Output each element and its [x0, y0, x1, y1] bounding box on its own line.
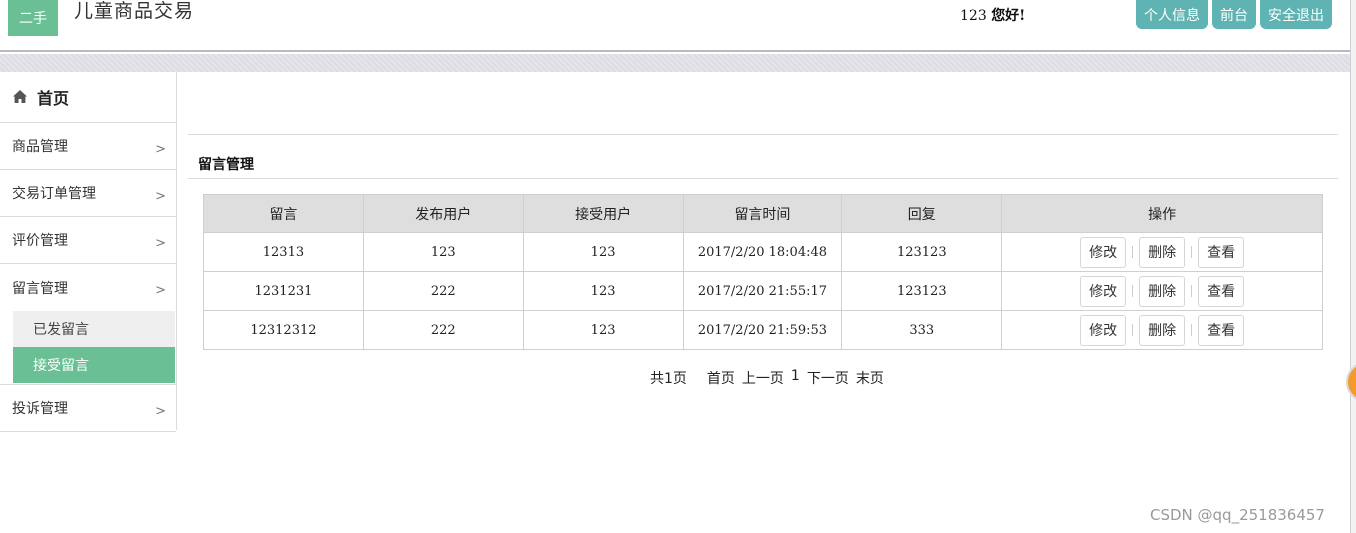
sidebar-home[interactable]: 首页: [0, 72, 176, 123]
cell-receiver: 123: [522, 310, 684, 350]
cell-sender: 222: [362, 271, 524, 311]
logo-badge: 二手: [8, 0, 58, 36]
view-button[interactable]: 查看: [1198, 236, 1245, 268]
sidebar-item-label: 投诉管理: [12, 401, 68, 417]
row-actions: 修改 删除 查看: [1002, 275, 1322, 307]
separator: [1191, 324, 1193, 336]
frontend-button[interactable]: 前台: [1212, 0, 1256, 29]
sidebar-item-complaints[interactable]: 投诉管理 >: [0, 385, 176, 432]
table-row: 1231231 222 123 2017/2/20 21:55:17 12312…: [203, 271, 1323, 311]
separator: [1132, 246, 1134, 258]
column-header: 接受用户: [522, 194, 684, 233]
cell-receiver: 123: [522, 271, 684, 311]
sidebar-item-orders[interactable]: 交易订单管理 >: [0, 170, 176, 217]
messages-group: 留言管理 > 已发留言 接受留言: [0, 264, 176, 385]
column-header: 留言: [203, 194, 364, 233]
greeting-user: 123: [960, 8, 987, 24]
sidebar-item-label: 留言管理: [12, 280, 68, 297]
table-row: 12313 123 123 2017/2/20 18:04:48 123123 …: [203, 232, 1323, 272]
row-actions: 修改 删除 查看: [1002, 236, 1322, 268]
table-row: 12312312 222 123 2017/2/20 21:59:53 333 …: [203, 310, 1323, 350]
messages-table: 留言 发布用户 接受用户 留言时间 回复 操作 12313 123 123 20…: [203, 194, 1323, 350]
sidebar-item-reviews[interactable]: 评价管理 >: [0, 217, 176, 264]
cell-message: 1231231: [203, 271, 364, 311]
scrollbar[interactable]: [1350, 0, 1356, 533]
pagination: 共1页 首页 上一页 1 下一页 末页: [650, 368, 884, 388]
submenu-received-messages[interactable]: 接受留言: [13, 347, 175, 383]
pager-last[interactable]: 末页: [856, 368, 884, 388]
pager-prev[interactable]: 上一页: [742, 368, 784, 388]
main-divider: [188, 134, 1338, 135]
view-button[interactable]: 查看: [1198, 275, 1245, 307]
greeting-text: 您好!: [991, 8, 1026, 24]
column-header: 回复: [841, 194, 1003, 233]
delete-button[interactable]: 删除: [1139, 236, 1186, 268]
separator: [1191, 246, 1193, 258]
separator: [1132, 324, 1134, 336]
separator: [1132, 285, 1134, 297]
sidebar-home-label: 首页: [37, 89, 70, 108]
sidebar-item-messages[interactable]: 留言管理 >: [0, 264, 176, 311]
edit-button[interactable]: 修改: [1080, 275, 1127, 307]
header-band: [0, 54, 1352, 72]
logout-button[interactable]: 安全退出: [1260, 0, 1332, 29]
pager-total: 共1页: [650, 371, 687, 387]
submenu-sent-messages[interactable]: 已发留言: [13, 311, 175, 347]
watermark: CSDN @qq_251836457: [1150, 506, 1325, 524]
pager-current: 1: [790, 368, 800, 384]
pager-next[interactable]: 下一页: [807, 368, 849, 388]
section-divider: [188, 178, 1338, 179]
cell-message: 12312312: [203, 310, 364, 350]
row-actions: 修改 删除 查看: [1002, 314, 1322, 346]
sidebar-item-goods[interactable]: 商品管理 >: [0, 123, 176, 170]
greeting: 123 您好!: [960, 5, 1025, 25]
sidebar-item-label: 商品管理: [12, 139, 68, 155]
home-icon: [13, 90, 27, 103]
view-button[interactable]: 查看: [1198, 314, 1245, 346]
column-header: 发布用户: [362, 194, 524, 233]
column-header: 留言时间: [682, 194, 843, 233]
cell-time: 2017/2/20 21:55:17: [682, 271, 843, 311]
messages-submenu: 已发留言 接受留言: [0, 311, 176, 383]
chevron-right-icon: >: [155, 141, 166, 157]
cell-actions: 修改 删除 查看: [1001, 232, 1323, 272]
chevron-right-icon: >: [155, 283, 166, 298]
edit-button[interactable]: 修改: [1080, 314, 1127, 346]
cell-reply: 123123: [841, 271, 1003, 311]
cell-actions: 修改 删除 查看: [1001, 271, 1323, 311]
separator: [1191, 285, 1193, 297]
chevron-right-icon: >: [155, 188, 166, 204]
section-title: 留言管理: [198, 157, 254, 173]
cell-reply: 123123: [841, 232, 1003, 272]
column-header: 操作: [1001, 194, 1323, 233]
top-buttons: 个人信息 前台 安全退出: [1136, 0, 1332, 29]
cell-receiver: 123: [522, 232, 684, 272]
delete-button[interactable]: 删除: [1139, 314, 1186, 346]
top-header: 二手 儿童商品交易 123 您好! 个人信息 前台 安全退出: [0, 0, 1352, 52]
profile-button[interactable]: 个人信息: [1136, 0, 1208, 29]
sidebar-item-label: 交易订单管理: [12, 186, 96, 202]
cell-message: 12313: [203, 232, 364, 272]
pager-first[interactable]: 首页: [707, 368, 735, 388]
table-header-row: 留言 发布用户 接受用户 留言时间 回复 操作: [203, 194, 1323, 233]
chevron-right-icon: >: [155, 403, 166, 419]
edit-button[interactable]: 修改: [1080, 236, 1127, 268]
sidebar: 首页 商品管理 > 交易订单管理 > 评价管理 > 留言管理 > 已发留言 接受…: [0, 72, 177, 432]
cell-reply: 333: [841, 310, 1003, 350]
site-title: 儿童商品交易: [74, 0, 195, 22]
cell-actions: 修改 删除 查看: [1001, 310, 1323, 350]
cell-sender: 222: [362, 310, 524, 350]
chevron-right-icon: >: [155, 235, 166, 251]
floating-widget-tab[interactable]: [1346, 362, 1356, 402]
cell-time: 2017/2/20 21:59:53: [682, 310, 843, 350]
sidebar-item-label: 评价管理: [12, 233, 68, 249]
cell-time: 2017/2/20 18:04:48: [682, 232, 843, 272]
delete-button[interactable]: 删除: [1139, 275, 1186, 307]
cell-sender: 123: [362, 232, 524, 272]
